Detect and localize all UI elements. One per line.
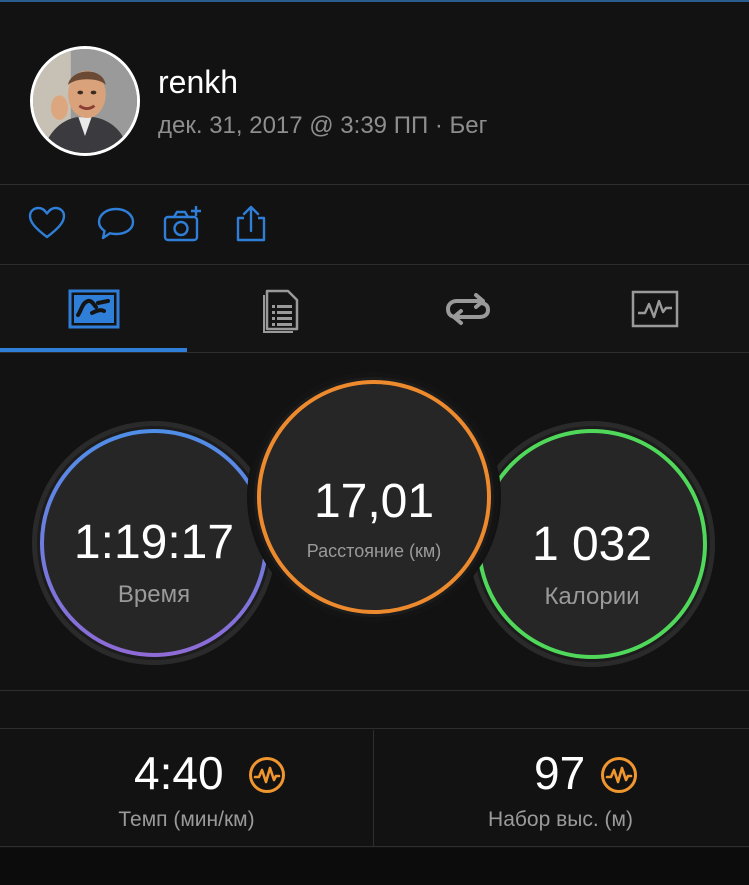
heart-icon xyxy=(28,206,66,239)
add-photo-icon xyxy=(163,206,201,242)
charts-tab-icon xyxy=(631,290,678,328)
time-stat: 1:19:17 Время xyxy=(32,421,276,665)
divider xyxy=(0,352,749,353)
tab-overview[interactable] xyxy=(0,266,187,352)
divider xyxy=(0,264,749,265)
time-label: Время xyxy=(117,581,191,608)
elevation-stat: 97 Набор выс. (м) xyxy=(374,728,747,846)
pace-label: Темп (мин/км) xyxy=(118,808,255,831)
calories-label: Калории xyxy=(544,583,640,610)
share-icon xyxy=(236,205,266,242)
calories-value: 1 032 xyxy=(531,518,653,571)
action-bar xyxy=(0,186,749,264)
share-button[interactable] xyxy=(231,204,271,244)
divider xyxy=(0,690,749,691)
avatar-photo xyxy=(33,49,137,153)
divider xyxy=(0,184,749,185)
bottom-strip xyxy=(0,848,749,885)
distance-stat: 17,01 Расстояние (км) xyxy=(247,370,501,624)
details-tab-icon xyxy=(262,289,298,333)
activity-screen: renkh дек. 31, 2017 @ 3:39 ПП · Бег 1:19… xyxy=(0,0,749,885)
activity-date-type: дек. 31, 2017 @ 3:39 ПП · Бег xyxy=(158,112,488,139)
activity-header: renkh дек. 31, 2017 @ 3:39 ПП · Бег xyxy=(0,2,749,184)
heart-rate-icon xyxy=(248,756,286,794)
pace-value: 4:40 xyxy=(134,747,224,799)
comment-button[interactable] xyxy=(96,204,136,244)
tab-laps[interactable] xyxy=(374,266,561,352)
pace-stat: 4:40 Темп (мин/км) xyxy=(0,728,373,846)
laps-tab-icon xyxy=(445,293,490,325)
avatar[interactable] xyxy=(30,46,140,156)
tab-details[interactable] xyxy=(187,266,374,352)
distance-label: Расстояние (км) xyxy=(306,541,442,561)
summary-stats: 1:19:17 Время 1 032 Калории 17,01 Рассто… xyxy=(0,354,749,690)
username[interactable]: renkh xyxy=(158,64,238,101)
add-photo-button[interactable] xyxy=(163,204,203,244)
activity-tabs xyxy=(0,266,749,352)
elevation-label: Набор выс. (м) xyxy=(488,808,633,831)
calories-stat: 1 032 Калории xyxy=(469,421,715,667)
tab-charts[interactable] xyxy=(561,266,748,352)
comment-icon xyxy=(97,207,135,240)
elevation-value: 97 xyxy=(534,747,586,799)
distance-value: 17,01 xyxy=(313,475,435,528)
time-value: 1:19:17 xyxy=(73,516,235,569)
heart-rate-icon xyxy=(600,756,638,794)
overview-tab-icon xyxy=(68,289,119,329)
like-button[interactable] xyxy=(27,204,67,244)
divider xyxy=(0,846,749,847)
